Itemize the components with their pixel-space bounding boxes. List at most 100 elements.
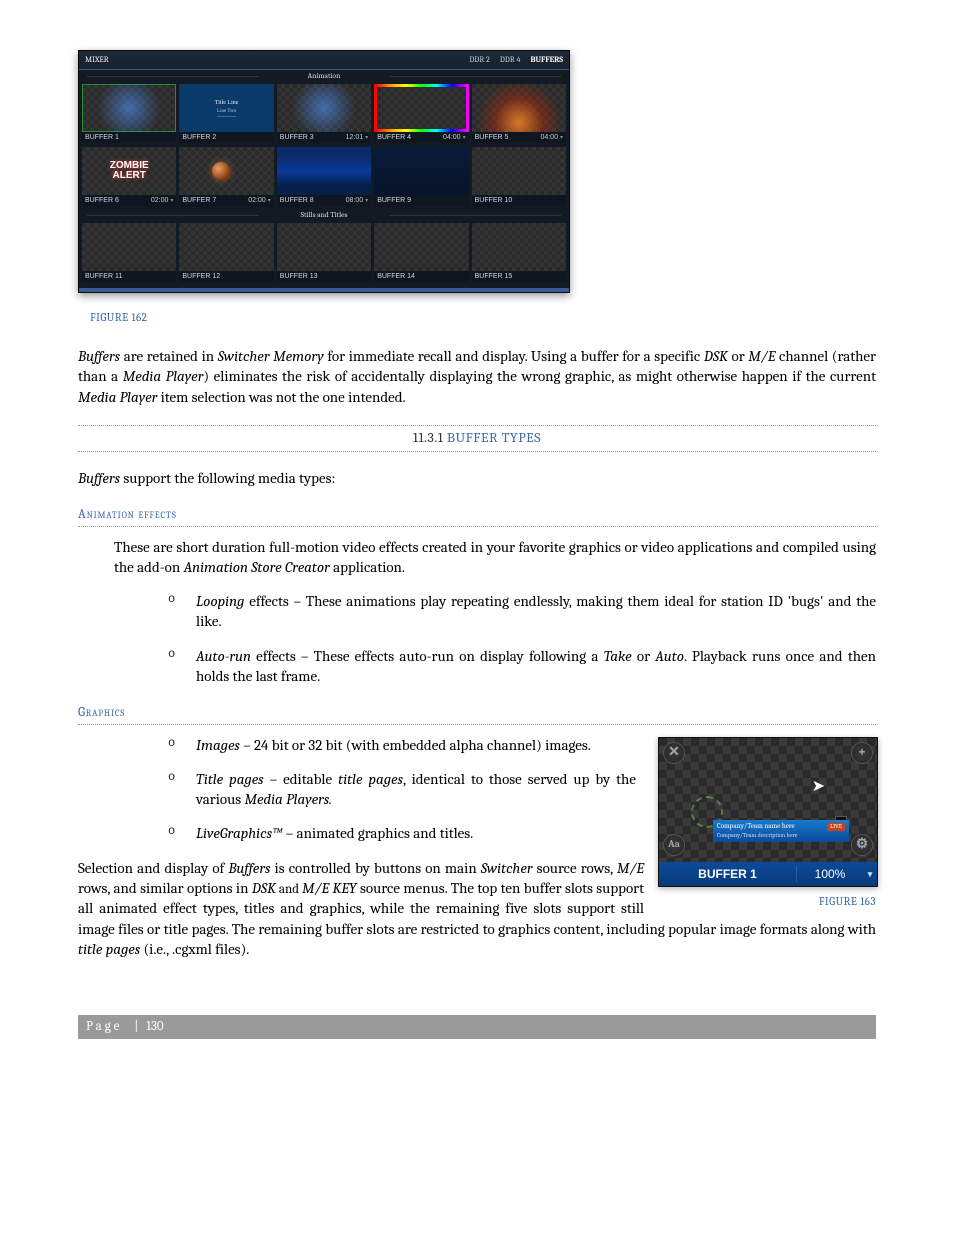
- chevron-down-icon[interactable]: ▾: [463, 135, 466, 141]
- buffer-label-bar: BUFFER 12: [179, 271, 273, 282]
- buffer-thumbnail[interactable]: [82, 84, 176, 132]
- live-badge: LIVE: [827, 823, 845, 831]
- buffer-thumbnail[interactable]: [472, 147, 566, 195]
- buffer-cell[interactable]: BUFFER 1: [82, 84, 176, 143]
- buffer-label-bar: BUFFER 4 04:00▾: [374, 132, 468, 143]
- figure-162: MIXER DDR 2 DDR 4 BUFFERS Animation BUFF…: [78, 50, 876, 326]
- buffer-thumbnail[interactable]: [82, 147, 176, 195]
- buffer-cell[interactable]: BUFFER 3 12:01▾: [277, 84, 371, 143]
- list-item: Images – 24 bit or 32 bit (with embedded…: [168, 735, 636, 755]
- footer-word: Page: [86, 1019, 122, 1034]
- title-line-2: Company/Team description here: [717, 832, 845, 840]
- buffer-label: BUFFER 7: [182, 196, 216, 205]
- buffer-time: 12:01▾: [346, 133, 369, 142]
- buffer-cell[interactable]: BUFFER 13: [277, 223, 371, 282]
- buffer-cell[interactable]: BUFFER 602:00▾: [82, 147, 176, 206]
- animation-list: Looping effects – These animations play …: [78, 591, 876, 686]
- para-buffers-intro: Buffers are retained in Switcher Memory …: [78, 346, 876, 407]
- buffer-label-bar: BUFFER 14: [374, 271, 468, 282]
- buffer-time: 04:00▾: [443, 133, 466, 142]
- buffer-thumbnail[interactable]: [179, 223, 273, 271]
- buffer-label-bar: BUFFER 9: [374, 195, 468, 206]
- list-item: Looping effects – These animations play …: [168, 591, 876, 632]
- buffer-time: 04:00▾: [540, 133, 563, 142]
- buffer-cell[interactable]: BUFFER 504:00▾: [472, 84, 566, 143]
- figure-162-caption: FIGURE 162: [90, 311, 876, 326]
- buffer-label: BUFFER 12: [182, 272, 220, 281]
- buffer-label-bar: BUFFER 11: [82, 271, 176, 282]
- buffer-label-bar: BUFFER 10: [472, 195, 566, 206]
- buffer-label-bar: BUFFER 1: [82, 132, 176, 143]
- title-line: Title Line: [215, 99, 239, 107]
- buffer-label: BUFFER 2: [182, 133, 216, 142]
- zoom-percent[interactable]: 100%: [796, 866, 863, 882]
- tab-ddr4[interactable]: DDR 4: [500, 55, 521, 66]
- title-line-1: Company/Team name here: [717, 822, 795, 831]
- buffer-name: BUFFER 1: [659, 866, 796, 882]
- buffer-thumbnail[interactable]: [472, 223, 566, 271]
- footer-separator: |: [134, 1019, 138, 1034]
- page-number: 130: [146, 1019, 163, 1034]
- buffer-cell[interactable]: BUFFER 11: [82, 223, 176, 282]
- chevron-down-icon[interactable]: ▾: [365, 198, 368, 204]
- buffer-label: BUFFER 3: [280, 133, 314, 142]
- buffer-thumbnail[interactable]: [374, 223, 468, 271]
- figure-163: ✕ + Aa ⚙ ➤ Company/Team name here LIVE Co…: [658, 737, 876, 910]
- buffer-cell[interactable]: BUFFER 9: [374, 147, 468, 206]
- para-media-types: Buffers support the following media type…: [78, 468, 876, 488]
- heading-graphics: Graphics: [78, 704, 876, 725]
- text-style-icon[interactable]: Aa: [663, 834, 685, 856]
- buffer-cell[interactable]: BUFFER 8 08:00▾: [277, 147, 371, 206]
- buffer-cell[interactable]: BUFFER 12: [179, 223, 273, 282]
- buffer-label-bar: BUFFER 3 12:01▾: [277, 132, 371, 143]
- figure-163-caption: FIGURE 163: [658, 895, 876, 910]
- list-item: LiveGraphics™ – animated graphics and ti…: [168, 823, 636, 843]
- buffer-cell[interactable]: BUFFER 14: [374, 223, 468, 282]
- buffer-label-bar: BUFFER 504:00▾: [472, 132, 566, 143]
- tab-buffers[interactable]: BUFFERS: [530, 55, 563, 66]
- heading-animation-effects: Animation effects: [78, 506, 876, 527]
- buffer-thumbnail[interactable]: Title Line Line Two: [179, 84, 273, 132]
- buffer-cell[interactable]: BUFFER 702:00▾: [179, 147, 273, 206]
- title-preview: Company/Team name here LIVE Company/Team …: [713, 820, 849, 842]
- buffer-label: BUFFER 8: [280, 196, 314, 205]
- buffer-thumbnail[interactable]: [374, 147, 468, 195]
- chevron-down-icon[interactable]: ▾: [560, 135, 563, 141]
- page-footer: Page | 130: [78, 1015, 876, 1039]
- chevron-down-icon[interactable]: ▾: [365, 135, 368, 141]
- buffer-label: BUFFER 4: [377, 133, 411, 142]
- tab-ddr2[interactable]: DDR 2: [469, 55, 489, 66]
- chevron-down-icon[interactable]: ▾: [863, 868, 877, 880]
- chevron-down-icon[interactable]: ▾: [170, 198, 173, 204]
- buffer-time: 08:00▾: [346, 196, 369, 205]
- buffer-label-bar: BUFFER 13: [277, 271, 371, 282]
- list-item: Auto-run effects – These effects auto-ru…: [168, 646, 876, 687]
- buffer-thumbnail[interactable]: [82, 223, 176, 271]
- buffer-thumbnail[interactable]: [179, 147, 273, 195]
- buffer-label-bar: BUFFER 15: [472, 271, 566, 282]
- buffer-label: BUFFER 1: [85, 133, 119, 142]
- buffer-cell[interactable]: Title Line Line Two BUFFER 2: [179, 84, 273, 143]
- figure-162-header: MIXER DDR 2 DDR 4 BUFFERS: [79, 51, 569, 70]
- buffer-label: BUFFER 13: [280, 272, 318, 281]
- buffer-cell[interactable]: BUFFER 10: [472, 147, 566, 206]
- buffer-thumbnail[interactable]: [277, 223, 371, 271]
- buffer-label: BUFFER 6: [85, 196, 119, 205]
- plus-icon[interactable]: +: [851, 742, 873, 764]
- cursor-icon: ➤: [812, 776, 825, 798]
- title-subline: Line Two: [217, 109, 236, 118]
- buffer-status-bar: BUFFER 1 100% ▾: [659, 862, 877, 886]
- buffer-cell[interactable]: BUFFER 4 04:00▾: [374, 84, 468, 143]
- buffer-thumbnail[interactable]: [374, 84, 468, 132]
- gear-icon[interactable]: ⚙: [851, 834, 873, 856]
- close-icon[interactable]: ✕: [663, 742, 685, 764]
- buffer-label: BUFFER 9: [377, 196, 411, 205]
- para-animation-intro: These are short duration full-motion vid…: [78, 537, 876, 578]
- buffer-thumbnail[interactable]: [277, 84, 371, 132]
- chevron-down-icon[interactable]: ▾: [268, 198, 271, 204]
- buffer-thumbnail[interactable]: [472, 84, 566, 132]
- section-stills-label: Stills and Titles: [79, 209, 569, 221]
- buffer-cell[interactable]: BUFFER 15: [472, 223, 566, 282]
- buffer-thumbnail[interactable]: [277, 147, 371, 195]
- section-animation-label: Animation: [79, 70, 569, 82]
